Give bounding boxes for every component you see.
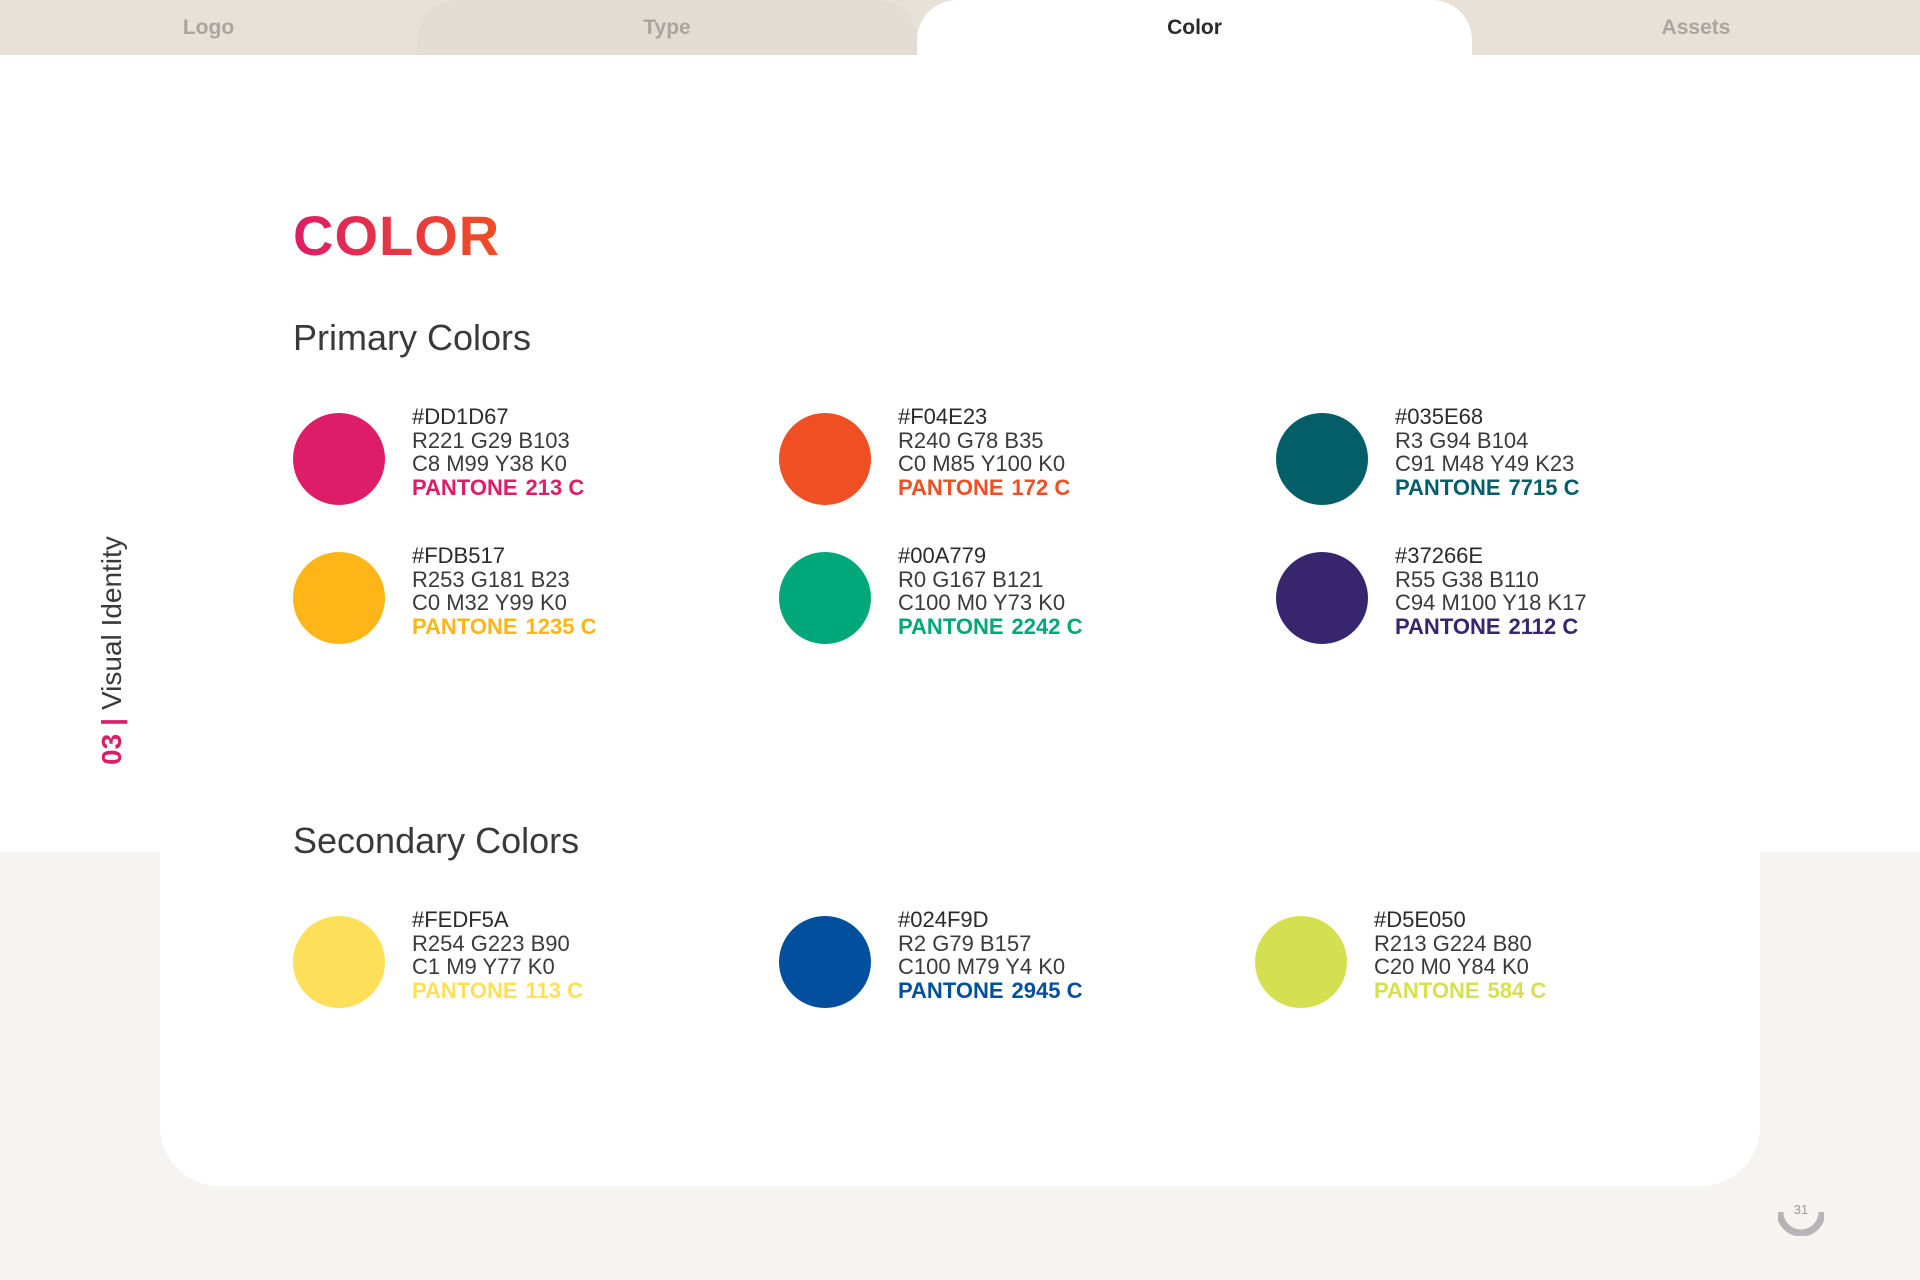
pantone-value: PANTONE 584 C	[1374, 977, 1547, 1003]
hex-value: #024F9D	[898, 907, 989, 932]
color-dot	[1276, 552, 1368, 644]
pantone-value: PANTONE 2112 C	[1395, 613, 1587, 639]
cmyk-value: C100 M79 Y4 K0	[898, 954, 1066, 979]
swatch-primary-4: #FDB517 R253 G181 B23 C0 M32 Y99 K0 PANT…	[293, 544, 596, 644]
tab-type[interactable]: Type	[417, 0, 917, 55]
hex-value: #F04E23	[898, 404, 988, 429]
rgb-value: R3 G94 B104	[1395, 427, 1529, 453]
pantone-label: PANTONE	[412, 977, 518, 1003]
cmyk-value: C1 M9 Y77 K0	[412, 954, 555, 979]
swatch-secondary-3: #D5E050 R213 G224 B80 C20 M0 Y84 K0 PANT…	[1255, 908, 1546, 1008]
pantone-label: PANTONE	[1395, 474, 1501, 500]
primary-colors-heading: Primary Colors	[293, 317, 532, 358]
pantone-code: 2242 C	[1011, 613, 1083, 639]
swatch-primary-2: #F04E23 R240 G78 B35 C0 M85 Y100 K0 PANT…	[779, 405, 1070, 505]
section-separator: |	[96, 718, 127, 726]
swatch-info: #F04E23 R240 G78 B35 C0 M85 Y100 K0 PANT…	[898, 405, 1070, 499]
pantone-value: PANTONE 213 C	[412, 474, 585, 500]
pantone-code: 213 C	[525, 474, 585, 500]
pantone-code: 2112 C	[1508, 613, 1579, 639]
cmyk-value: C20 M0 Y84 K0	[1374, 954, 1529, 979]
swatch-primary-6: #37266E R55 G38 B110 C94 M100 Y18 K17 PA…	[1276, 544, 1587, 644]
rgb-value: R240 G78 B35	[898, 427, 1044, 453]
pantone-value: PANTONE 2945 C	[898, 977, 1083, 1003]
cmyk-value: C100 M0 Y73 K0	[898, 590, 1066, 615]
rgb-value: R55 G38 B110	[1395, 566, 1539, 592]
swatch-secondary-1: #FEDF5A R254 G223 B90 C1 M9 Y77 K0 PANTO…	[293, 908, 583, 1008]
section-number: 03	[96, 733, 127, 765]
hex-value: #FDB517	[412, 543, 505, 568]
rgb-value: R254 G223 B90	[412, 930, 570, 956]
color-dot	[293, 552, 385, 644]
swatch-info: #FDB517 R253 G181 B23 C0 M32 Y99 K0 PANT…	[412, 544, 596, 638]
rgb-value: R213 G224 B80	[1374, 930, 1532, 956]
swatch-primary-5: #00A779 R0 G167 B121 C100 M0 Y73 K0 PANT…	[779, 544, 1082, 644]
swatch-info: #37266E R55 G38 B110 C94 M100 Y18 K17 PA…	[1395, 544, 1587, 638]
section-side-label: 03 | Visual Identity	[96, 536, 128, 765]
pantone-code: 172 C	[1011, 474, 1071, 500]
rgb-value: R221 G29 B103	[412, 427, 570, 453]
hex-value: #00A779	[898, 543, 987, 568]
page-number: 31	[1793, 1202, 1809, 1217]
swatch-info: #035E68 R3 G94 B104 C91 M48 Y49 K23 PANT…	[1395, 405, 1579, 499]
cmyk-value: C94 M100 Y18 K17	[1395, 590, 1587, 615]
color-dot	[1255, 916, 1347, 1008]
hex-value: #D5E050	[1374, 907, 1466, 932]
swatch-primary-1: #DD1D67 R221 G29 B103 C8 M99 Y38 K0 PANT…	[293, 405, 584, 505]
cmyk-value: C0 M32 Y99 K0	[412, 590, 567, 615]
rgb-value: R0 G167 B121	[898, 566, 1044, 592]
pantone-code: 584 C	[1487, 977, 1547, 1003]
cmyk-value: C0 M85 Y100 K0	[898, 451, 1066, 476]
tab-bar: Logo Type Color Assets	[0, 0, 1920, 55]
color-dot	[779, 413, 871, 505]
pantone-code: 113 C	[525, 977, 584, 1003]
cmyk-value: C8 M99 Y38 K0	[412, 451, 567, 476]
swatch-primary-3: #035E68 R3 G94 B104 C91 M48 Y49 K23 PANT…	[1276, 405, 1579, 505]
rgb-value: R253 G181 B23	[412, 566, 570, 592]
swatch-info: #FEDF5A R254 G223 B90 C1 M9 Y77 K0 PANTO…	[412, 908, 583, 1002]
swatch-info: #D5E050 R213 G224 B80 C20 M0 Y84 K0 PANT…	[1374, 908, 1546, 1002]
hex-value: #37266E	[1395, 543, 1484, 568]
pantone-label: PANTONE	[898, 474, 1004, 500]
tab-assets[interactable]: Assets	[1472, 0, 1920, 55]
pantone-label: PANTONE	[412, 613, 518, 639]
pantone-label: PANTONE	[412, 474, 518, 500]
color-dot	[293, 413, 385, 505]
hex-value: #DD1D67	[412, 404, 509, 429]
pantone-label: PANTONE	[1395, 613, 1501, 639]
pantone-value: PANTONE 172 C	[898, 474, 1071, 500]
rgb-value: R2 G79 B157	[898, 930, 1032, 956]
pantone-code: 7715 C	[1508, 474, 1580, 500]
hex-value: #035E68	[1395, 404, 1484, 429]
pantone-label: PANTONE	[1374, 977, 1480, 1003]
pantone-value: PANTONE 7715 C	[1395, 474, 1580, 500]
page-number-badge: 31	[1776, 1200, 1826, 1237]
tab-logo[interactable]: Logo	[0, 0, 417, 55]
pantone-value: PANTONE 2242 C	[898, 613, 1083, 639]
pantone-code: 2945 C	[1011, 977, 1083, 1003]
pantone-value: PANTONE 1235 C	[412, 613, 597, 639]
cmyk-value: C91 M48 Y49 K23	[1395, 451, 1575, 476]
swatch-info: #DD1D67 R221 G29 B103 C8 M99 Y38 K0 PANT…	[412, 405, 584, 499]
color-dot	[1276, 413, 1368, 505]
swatch-secondary-2: #024F9D R2 G79 B157 C100 M79 Y4 K0 PANTO…	[779, 908, 1082, 1008]
pantone-code: 1235 C	[525, 613, 597, 639]
color-dot	[293, 916, 385, 1008]
secondary-colors-heading: Secondary Colors	[293, 820, 580, 861]
color-dot	[779, 916, 871, 1008]
hex-value: #FEDF5A	[412, 907, 509, 932]
page-title: COLOR	[293, 204, 501, 267]
swatch-info: #024F9D R2 G79 B157 C100 M79 Y4 K0 PANTO…	[898, 908, 1082, 1002]
pantone-value: PANTONE 113 C	[412, 977, 584, 1003]
pantone-label: PANTONE	[898, 977, 1004, 1003]
swatch-info: #00A779 R0 G167 B121 C100 M0 Y73 K0 PANT…	[898, 544, 1082, 638]
section-name: Visual Identity	[96, 536, 127, 710]
tab-color[interactable]: Color	[917, 0, 1472, 55]
pantone-label: PANTONE	[898, 613, 1004, 639]
color-dot	[779, 552, 871, 644]
